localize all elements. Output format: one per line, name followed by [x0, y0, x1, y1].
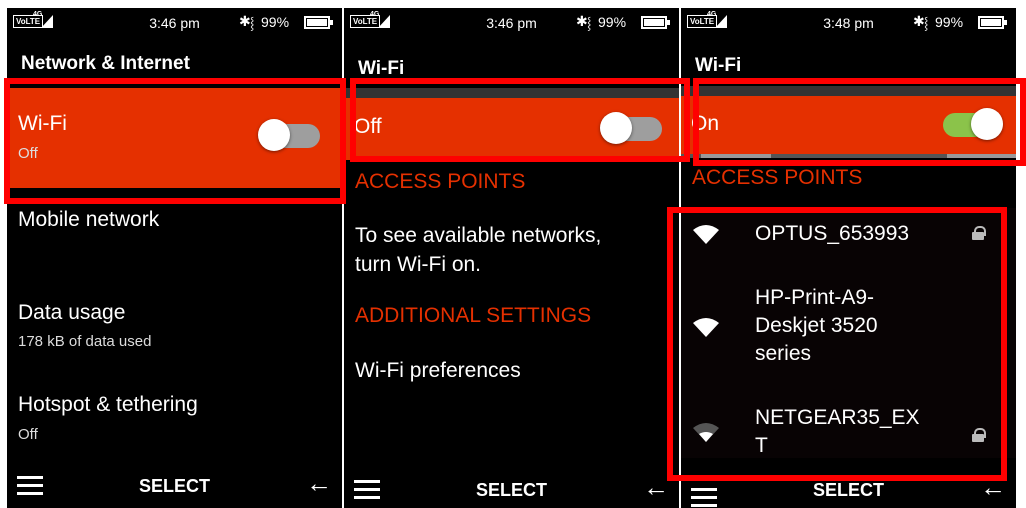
- access-point-name-line: series: [755, 342, 812, 365]
- status-bar: VoLTE 4G 3:48 pm ✱ ⸾ 99%: [681, 8, 1016, 40]
- hotspot-label: Hotspot & tethering: [18, 393, 198, 416]
- wifi-label: Wi-Fi: [18, 112, 67, 135]
- access-points-heading: ACCESS POINTS: [692, 166, 863, 189]
- status-time: 3:46 pm: [149, 15, 200, 31]
- wifi-full-icon: [693, 225, 719, 244]
- access-point-item[interactable]: OPTUS_653993: [681, 208, 1016, 264]
- battery-icon: [641, 16, 670, 29]
- wifi-calling-icon: ⸾: [250, 16, 255, 30]
- page-title: Wi-Fi: [695, 55, 742, 76]
- hint-line-2: turn Wi-Fi on.: [355, 253, 482, 276]
- status-bar: VoLTE 4G 3:46 pm ✱ ⸾ 99%: [7, 8, 342, 40]
- wifi-calling-icon: ⸾: [924, 16, 929, 30]
- access-point-name-line: NETGEAR35_EX: [755, 406, 920, 429]
- wifi-state-label: On: [691, 112, 720, 135]
- softkey-bar: SELECT ←: [7, 466, 342, 508]
- lock-icon: [972, 226, 986, 240]
- wifi-full-icon: [693, 318, 719, 337]
- select-softkey[interactable]: SELECT: [344, 480, 679, 501]
- page-title: Network & Internet: [21, 53, 190, 74]
- battery-percent: 99%: [935, 14, 964, 30]
- back-arrow-icon[interactable]: ←: [980, 474, 1006, 500]
- wifi-status: Off: [18, 145, 38, 162]
- data-usage-value: 178 kB of data used: [18, 333, 152, 350]
- wifi-state-label: Off: [354, 115, 382, 138]
- data-usage-label: Data usage: [18, 301, 126, 324]
- wifi-weak-icon: [693, 423, 719, 442]
- wifi-settings-item[interactable]: Wi-Fi Off: [7, 88, 342, 188]
- header-divider: [681, 86, 1016, 96]
- back-arrow-icon[interactable]: ←: [643, 474, 669, 500]
- wifi-calling-icon: ⸾: [587, 16, 592, 30]
- status-bar: VoLTE 4G 3:46 pm ✱ ⸾ 99%: [344, 8, 679, 40]
- hotspot-status: Off: [18, 426, 38, 443]
- status-time: 3:46 pm: [486, 15, 537, 31]
- wifi-toggle[interactable]: [258, 118, 322, 152]
- screen-network-internet: VoLTE 4G 3:46 pm ✱ ⸾ 99% Network & Inter…: [7, 8, 342, 508]
- access-point-name-line: T: [755, 434, 768, 457]
- softkey-bar: SELECT ←: [681, 466, 1016, 508]
- screen-wifi-off: VoLTE 4G 3:46 pm ✱ ⸾ 99% Wi-Fi Off ACCES…: [344, 8, 679, 508]
- access-point-item[interactable]: HP-Print-A9- Deskjet 3520 series: [681, 284, 1016, 374]
- mobile-network-label: Mobile network: [18, 208, 160, 231]
- softkey-bar: SELECT ←: [344, 466, 679, 508]
- additional-settings-heading: ADDITIONAL SETTINGS: [355, 304, 592, 327]
- access-points-heading: ACCESS POINTS: [355, 170, 526, 193]
- bluetooth-icon: ✱: [239, 13, 251, 29]
- access-point-item[interactable]: NETGEAR35_EX T: [681, 400, 1016, 458]
- select-softkey[interactable]: SELECT: [7, 476, 342, 497]
- access-point-name-line: Deskjet 3520: [755, 314, 878, 337]
- select-softkey[interactable]: SELECT: [681, 480, 1016, 501]
- access-point-name: OPTUS_653993: [755, 222, 910, 245]
- wifi-master-toggle-row[interactable]: On: [681, 96, 1016, 154]
- wifi-toggle[interactable]: [939, 107, 1003, 141]
- wifi-preferences-item[interactable]: Wi-Fi preferences: [355, 356, 521, 385]
- status-time: 3:48 pm: [823, 15, 874, 31]
- bluetooth-icon: ✱: [913, 13, 925, 29]
- back-arrow-icon[interactable]: ←: [306, 470, 332, 496]
- wifi-master-toggle-row[interactable]: Off: [344, 98, 679, 160]
- battery-percent: 99%: [598, 14, 627, 30]
- screen-wifi-on: VoLTE 4G 3:48 pm ✱ ⸾ 99% Wi-Fi On ACCESS…: [681, 8, 1016, 508]
- bluetooth-icon: ✱: [576, 13, 588, 29]
- access-point-name-line: HP-Print-A9-: [755, 286, 875, 309]
- wifi-toggle[interactable]: [600, 111, 664, 145]
- access-point-list: OPTUS_653993 HP-Print-A9- Deskjet 3520 s…: [681, 208, 1016, 458]
- battery-percent: 99%: [261, 14, 290, 30]
- lock-icon: [972, 428, 986, 442]
- hint-line-1: To see available networks,: [355, 224, 602, 247]
- battery-icon: [304, 16, 333, 29]
- page-title: Wi-Fi: [358, 58, 405, 79]
- header-divider: [344, 88, 679, 98]
- battery-icon: [978, 16, 1007, 29]
- scan-progress-bar: [681, 154, 1016, 158]
